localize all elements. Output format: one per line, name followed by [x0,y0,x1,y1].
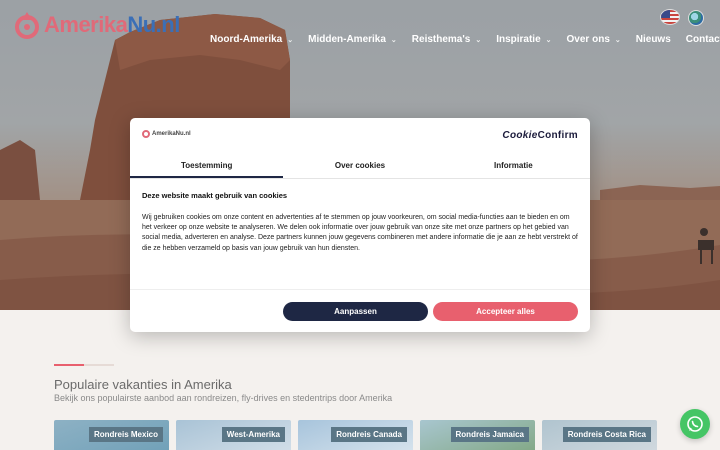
cookieconfirm-logo: CookieConfirm [502,130,578,141]
dialog-brand-logo: AmerikaNu.nl [142,130,191,138]
accept-all-button[interactable]: Accepteer alles [433,302,578,321]
dialog-body-text: Wij gebruiken cookies om onze content en… [142,214,578,252]
cookie-consent-dialog: AmerikaNu.nl CookieConfirm Toestemming O… [130,118,590,332]
dialog-tabs: Toestemming Over cookies Informatie [130,154,590,179]
tab-toestemming[interactable]: Toestemming [130,154,284,178]
tab-informatie[interactable]: Informatie [437,154,590,178]
tab-over-cookies[interactable]: Over cookies [283,154,436,178]
dialog-heading: Deze website maakt gebruik van cookies [142,191,288,200]
customize-button[interactable]: Aanpassen [283,302,428,321]
